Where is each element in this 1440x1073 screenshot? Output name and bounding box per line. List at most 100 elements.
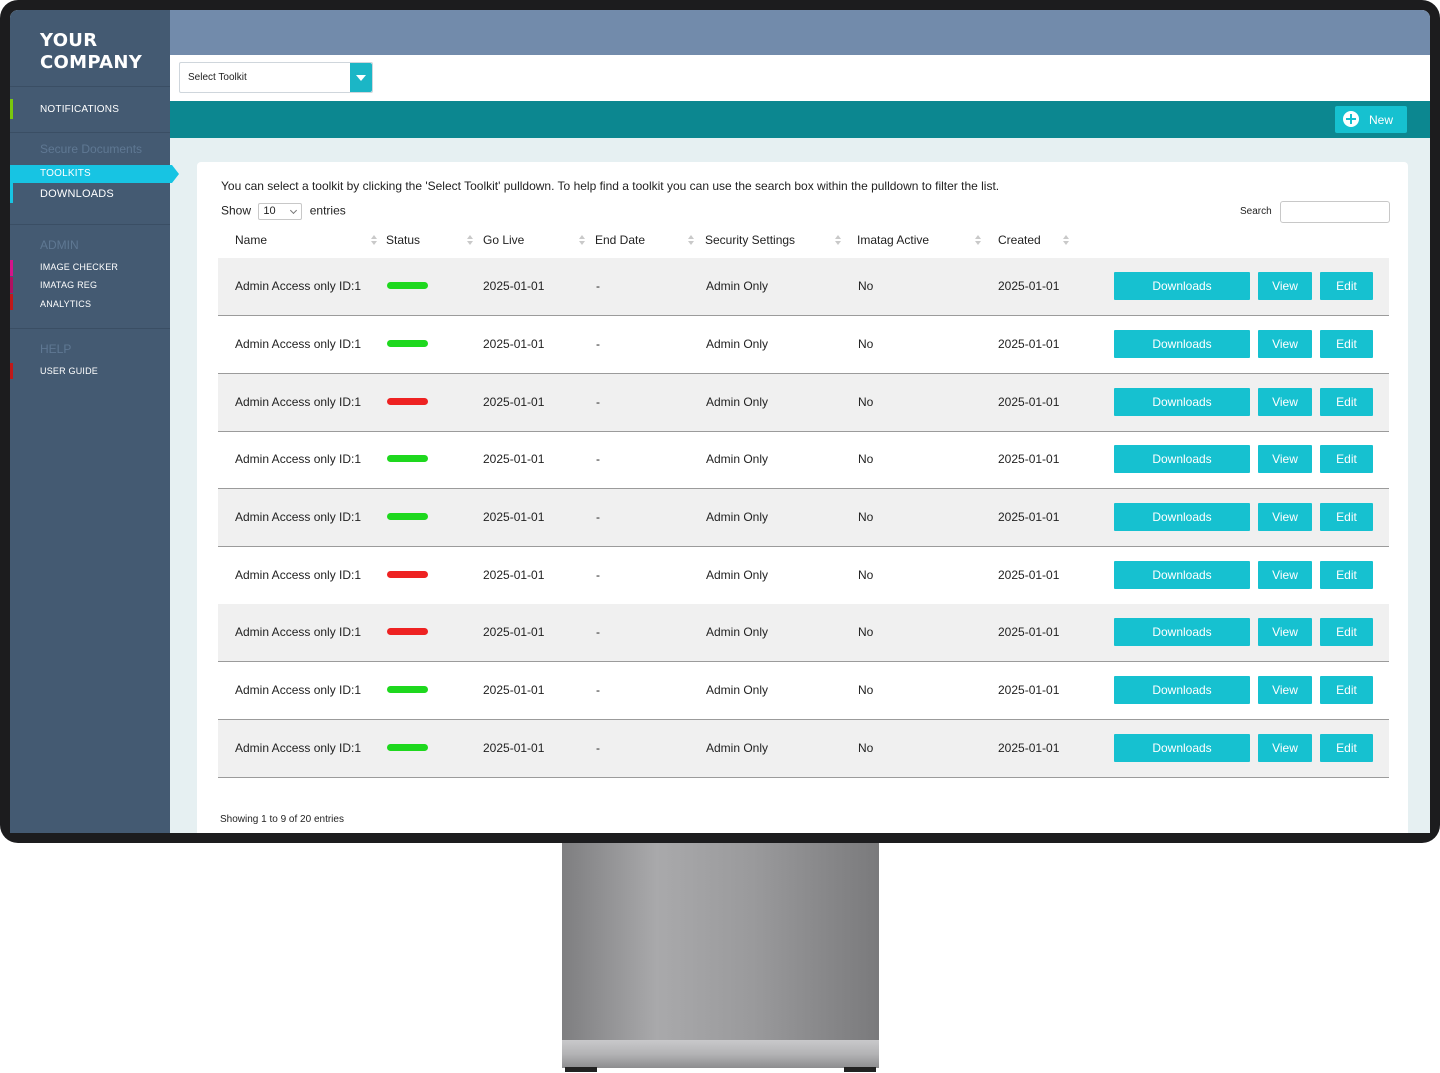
sort-icon[interactable] [835, 235, 841, 246]
column-header-imatag-active[interactable]: Imatag Active [857, 233, 929, 247]
cell-name: Admin Access only ID:1 [235, 337, 362, 351]
sidebar-item-analytics[interactable]: ANALYTICS [40, 299, 91, 309]
downloads-button[interactable]: Downloads [1114, 388, 1250, 416]
cell-end-date: - [596, 452, 600, 466]
cell-end-date: - [596, 568, 600, 582]
monitor-foot-right [844, 1067, 876, 1072]
cell-security-settings: Admin Only [706, 683, 769, 697]
downloads-button[interactable]: Downloads [1114, 618, 1250, 646]
edit-button[interactable]: Edit [1320, 272, 1373, 300]
column-header-status[interactable]: Status [386, 233, 420, 247]
logo-line-2: COMPANY [40, 52, 143, 73]
table-row: Admin Access only ID:1 2025-01-01 - Admin O… [218, 720, 1389, 778]
cell-created: 2025-01-01 [998, 452, 1060, 466]
sidebar-item-user-guide[interactable]: USER GUIDE [40, 366, 98, 376]
view-button[interactable]: View [1258, 618, 1312, 646]
sidebar-item-toolkits[interactable]: TOOLKITS [40, 168, 91, 179]
edit-button[interactable]: Edit [1320, 734, 1373, 762]
edit-button[interactable]: Edit [1320, 618, 1373, 646]
sidebar-active-pointer [172, 165, 179, 183]
analytics-marker [10, 294, 13, 310]
table-row: Admin Access only ID:1 2025-01-01 - Admin O… [218, 316, 1389, 374]
downloads-button[interactable]: Downloads [1114, 734, 1250, 762]
sidebar-item-image-checker[interactable]: IMAGE CHECKER [40, 262, 118, 272]
cell-imatag-active: No [858, 510, 874, 524]
sidebar-item-notifications[interactable]: NOTIFICATIONS [40, 104, 119, 115]
sort-icon[interactable] [688, 235, 694, 246]
view-button[interactable]: View [1258, 445, 1312, 473]
plus-circle-icon [1343, 111, 1359, 127]
top-header-bar [170, 10, 1430, 55]
view-button[interactable]: View [1258, 676, 1312, 704]
sort-icon[interactable] [975, 235, 981, 246]
sort-icon[interactable] [1063, 235, 1069, 246]
view-button[interactable]: View [1258, 388, 1312, 416]
view-button[interactable]: View [1258, 561, 1312, 589]
downloads-button[interactable]: Downloads [1114, 445, 1250, 473]
table-row: Admin Access only ID:1 2025-01-01 - Admin O… [218, 431, 1389, 489]
new-button[interactable]: New [1335, 106, 1407, 133]
table-row: Admin Access only ID:1 2025-01-01 - Admin O… [218, 258, 1389, 316]
table-row: Admin Access only ID:1 2025-01-01 - Admin O… [218, 489, 1389, 547]
edit-button[interactable]: Edit [1320, 445, 1373, 473]
column-header-created[interactable]: Created [998, 233, 1041, 247]
entries-per-page-select[interactable]: 10 [258, 203, 303, 220]
cell-imatag-active: No [858, 568, 874, 582]
show-label: Show [221, 203, 252, 218]
action-bar: New [170, 101, 1430, 138]
downloads-button[interactable]: Downloads [1114, 272, 1250, 300]
edit-button[interactable]: Edit [1320, 503, 1373, 531]
sidebar-active-highlight [10, 165, 172, 183]
cell-imatag-active: No [858, 279, 874, 293]
cell-imatag-active: No [858, 683, 874, 697]
cell-end-date: - [596, 625, 600, 639]
sort-icon[interactable] [467, 235, 473, 246]
cell-name: Admin Access only ID:1 [235, 510, 362, 524]
cell-go-live: 2025-01-01 [483, 741, 545, 755]
cell-name: Admin Access only ID:1 [235, 279, 362, 293]
status-indicator [387, 628, 428, 635]
cell-go-live: 2025-01-01 [483, 568, 545, 582]
cell-security-settings: Admin Only [706, 395, 769, 409]
cell-name: Admin Access only ID:1 [235, 395, 362, 409]
view-button[interactable]: View [1258, 734, 1312, 762]
table-row: Admin Access only ID:1 2025-01-01 - Admin O… [218, 604, 1389, 662]
downloads-button[interactable]: Downloads [1114, 561, 1250, 589]
downloads-button[interactable]: Downloads [1114, 330, 1250, 358]
notifications-marker [10, 99, 13, 119]
downloads-button[interactable]: Downloads [1114, 676, 1250, 704]
sidebar-item-downloads[interactable]: DOWNLOADS [40, 188, 114, 200]
view-button[interactable]: View [1258, 503, 1312, 531]
cell-security-settings: Admin Only [706, 625, 769, 639]
sidebar-heading-secure-documents: Secure Documents [40, 142, 143, 156]
column-header-end-date[interactable]: End Date [595, 233, 645, 247]
sort-icon[interactable] [579, 235, 585, 246]
chevron-down-icon[interactable] [350, 63, 372, 92]
sidebar-item-imatag-reg[interactable]: IMATAG REG [40, 280, 97, 290]
imatag-reg-marker [10, 277, 13, 293]
downloads-button[interactable]: Downloads [1114, 503, 1250, 531]
edit-button[interactable]: Edit [1320, 330, 1373, 358]
cell-imatag-active: No [858, 337, 874, 351]
edit-button[interactable]: Edit [1320, 388, 1373, 416]
edit-button[interactable]: Edit [1320, 676, 1373, 704]
cell-end-date: - [596, 279, 600, 293]
cell-security-settings: Admin Only [706, 279, 769, 293]
select-toolkit-dropdown[interactable]: Select Toolkit [179, 62, 373, 93]
cell-imatag-active: No [858, 625, 874, 639]
cell-go-live: 2025-01-01 [483, 625, 545, 639]
status-indicator [387, 455, 428, 462]
edit-button[interactable]: Edit [1320, 561, 1373, 589]
search-input[interactable] [1280, 201, 1390, 223]
cell-end-date: - [596, 510, 600, 524]
sort-icon[interactable] [371, 235, 377, 246]
cell-go-live: 2025-01-01 [483, 510, 545, 524]
view-button[interactable]: View [1258, 330, 1312, 358]
column-header-security-settings[interactable]: Security Settings [705, 233, 795, 247]
monitor-stand-base [562, 1040, 879, 1068]
table-row: Admin Access only ID:1 2025-01-01 - Admin O… [218, 662, 1389, 720]
view-button[interactable]: View [1258, 272, 1312, 300]
company-logo[interactable]: YOUR COMPANY [40, 30, 142, 74]
column-header-go-live[interactable]: Go Live [483, 233, 524, 247]
column-header-name[interactable]: Name [235, 233, 267, 247]
